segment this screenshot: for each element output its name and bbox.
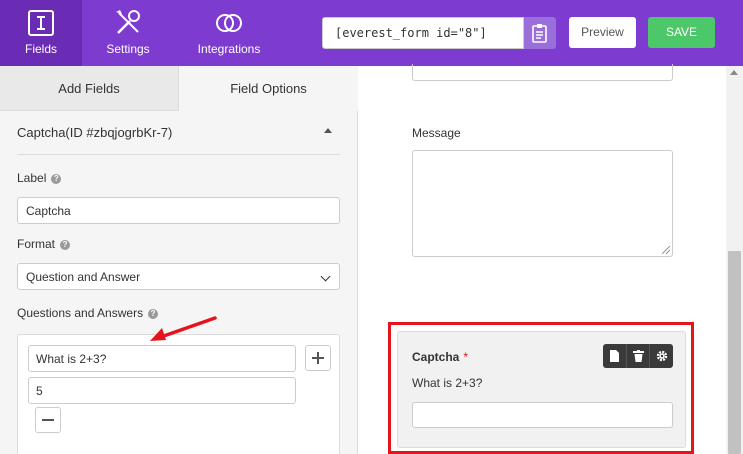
message-label: Message xyxy=(412,126,461,140)
label-input[interactable]: Captcha xyxy=(17,197,340,224)
field-actions xyxy=(603,344,673,368)
duplicate-button[interactable] xyxy=(603,344,626,368)
captcha-label: Captcha * xyxy=(412,350,468,364)
field-settings-button[interactable] xyxy=(649,344,672,368)
shortcode-field[interactable]: [everest_form id="8"] xyxy=(322,17,524,49)
captcha-label-text: Captcha xyxy=(412,350,460,364)
tab-settings-label: Settings xyxy=(106,42,150,56)
required-mark: * xyxy=(463,350,469,364)
format-text: Format xyxy=(17,237,56,251)
help-icon[interactable]: ? xyxy=(51,174,62,184)
collapse-caret-icon[interactable] xyxy=(324,128,332,133)
answer-input[interactable]: 5 xyxy=(28,377,296,404)
qa-field-label: Questions and Answers? xyxy=(17,306,159,320)
form-input-partial[interactable] xyxy=(412,64,673,81)
section-title: Captcha(ID #zbqjogrbKr-7) xyxy=(17,125,173,140)
captcha-answer-input[interactable] xyxy=(412,402,673,428)
format-selected-value: Question and Answer xyxy=(26,270,141,284)
resize-grip-icon[interactable] xyxy=(662,246,670,254)
trash-icon xyxy=(633,350,644,362)
message-textarea[interactable] xyxy=(412,150,673,257)
captcha-field[interactable]: Captcha * What is 2+3? xyxy=(397,331,686,448)
captcha-question: What is 2+3? xyxy=(412,376,483,390)
tab-add-fields[interactable]: Add Fields xyxy=(0,66,179,111)
gear-icon xyxy=(656,350,668,362)
label-field-label: Label? xyxy=(17,171,62,185)
tab-integrations[interactable]: Integrations xyxy=(174,0,284,66)
qa-text: Questions and Answers xyxy=(17,306,144,320)
scrollbar-thumb[interactable] xyxy=(728,251,741,454)
chevron-down-icon xyxy=(320,271,331,282)
builder-toolbar: Fields Settings Integrations [everest_fo… xyxy=(0,0,743,66)
form-preview: Message Captcha * What is 2+3? xyxy=(359,64,726,454)
duplicate-icon xyxy=(610,350,619,362)
scrollbar[interactable] xyxy=(726,66,743,454)
field-options-panel: Add Fields Field Options Captcha(ID #zbq… xyxy=(0,66,358,454)
copy-shortcode-button[interactable] xyxy=(524,17,556,49)
tab-settings[interactable]: Settings xyxy=(82,0,174,66)
format-select[interactable]: Question and Answer xyxy=(17,263,340,290)
divider xyxy=(17,154,340,155)
add-question-button[interactable] xyxy=(305,345,331,371)
annotation-arrow-icon xyxy=(150,316,217,341)
label-text: Label xyxy=(17,171,47,185)
qa-list: What is 2+3? 5 xyxy=(17,334,340,454)
settings-icon xyxy=(116,10,140,34)
format-field-label: Format? xyxy=(17,237,71,251)
help-icon[interactable]: ? xyxy=(60,240,71,250)
fields-icon xyxy=(28,10,54,36)
remove-question-button[interactable] xyxy=(35,407,61,433)
clipboard-icon xyxy=(532,24,547,43)
save-button[interactable]: SAVE xyxy=(648,17,715,48)
tab-fields-label: Fields xyxy=(24,42,57,56)
integrations-icon xyxy=(216,14,242,32)
question-input[interactable]: What is 2+3? xyxy=(28,345,296,372)
tab-field-options[interactable]: Field Options xyxy=(179,66,358,111)
tab-integrations-label: Integrations xyxy=(197,42,261,56)
scroll-up-icon[interactable] xyxy=(730,70,738,75)
tab-fields[interactable]: Fields xyxy=(0,0,82,66)
delete-button[interactable] xyxy=(626,344,649,368)
preview-button[interactable]: Preview xyxy=(569,17,636,48)
